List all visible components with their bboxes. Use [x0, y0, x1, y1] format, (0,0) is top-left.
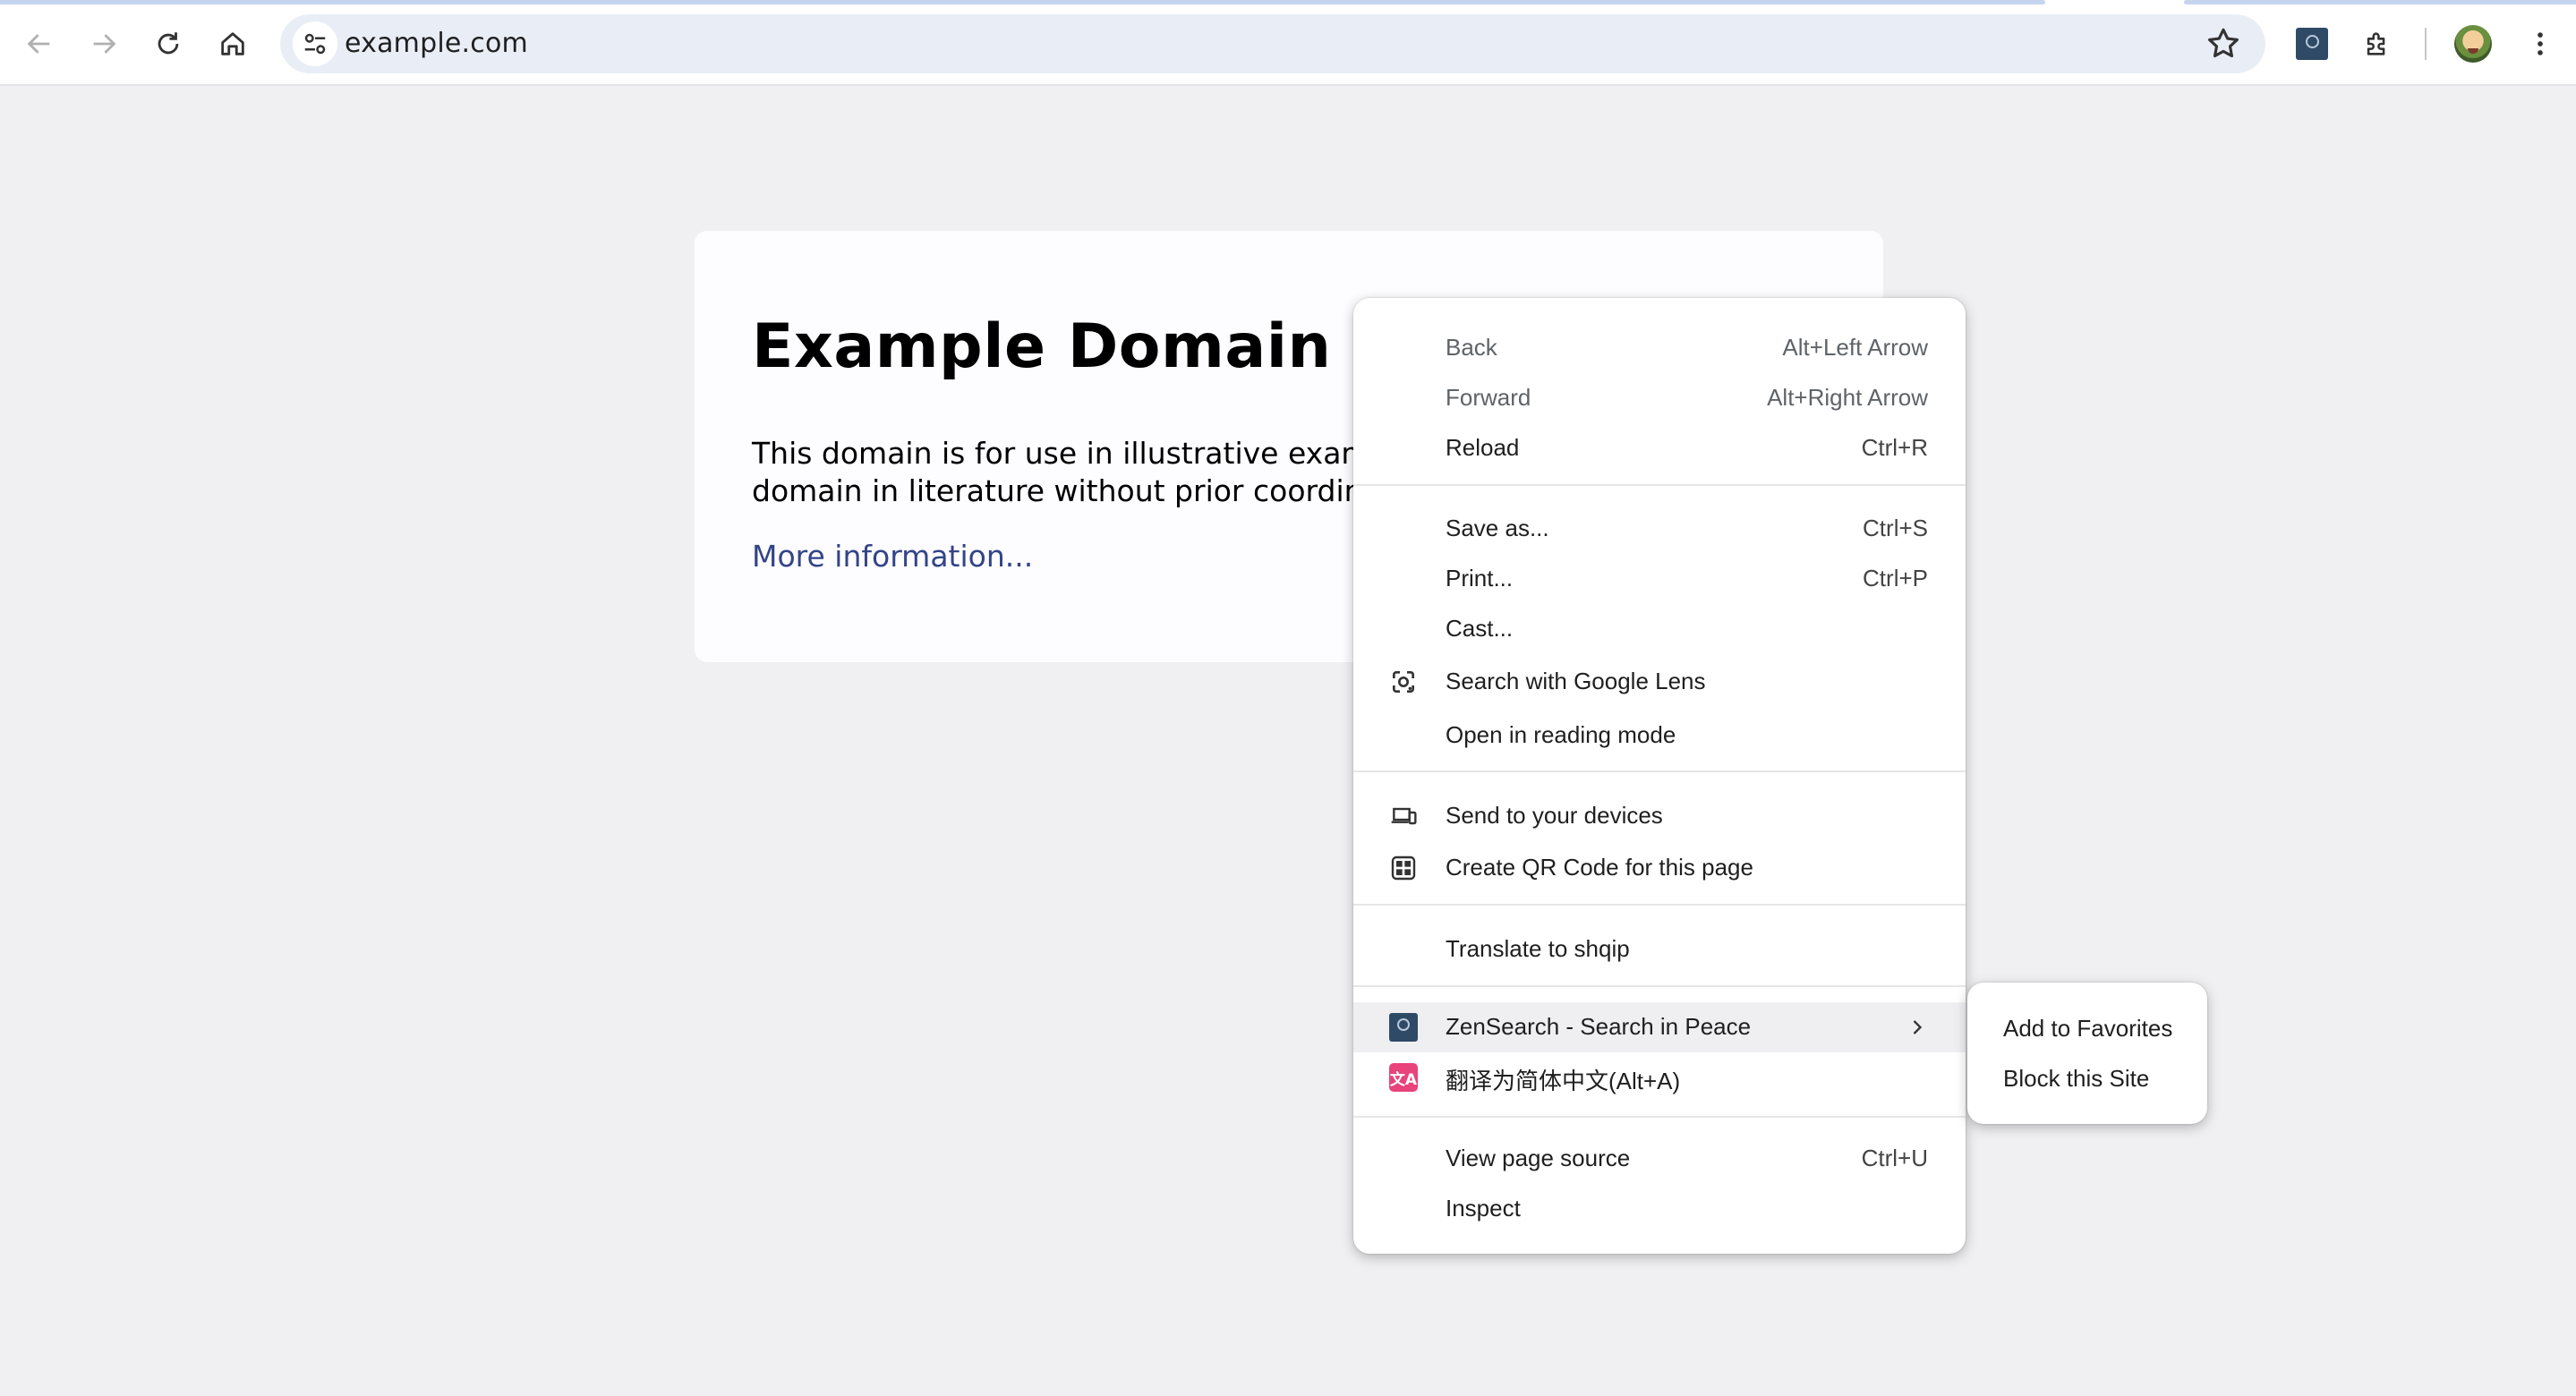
menu-item-translate-chinese[interactable]: 文A 翻译为简体中文(Alt+A) [1353, 1052, 1966, 1102]
menu-item-back[interactable]: Back Alt+Left Arrow [1353, 323, 1966, 373]
site-info-icon [304, 33, 326, 55]
menu-item-save-as[interactable]: Save as... Ctrl+S [1353, 504, 1966, 554]
description-line-1: This domain is for use in illustrative e… [752, 436, 1416, 471]
toolbar-divider [2425, 28, 2427, 60]
menu-item-label: ZenSearch - Search in Peace [1446, 1013, 1752, 1040]
zensearch-extension-icon[interactable] [2296, 28, 2328, 60]
extensions-button[interactable] [2352, 19, 2402, 69]
extensions-puzzle-icon [2367, 32, 2385, 55]
menu-item-label: Cast... [1446, 615, 1514, 642]
menu-item-shortcut: Ctrl+P [1863, 565, 1928, 592]
menu-item-reading-mode[interactable]: Open in reading mode [1353, 711, 1966, 761]
reload-button[interactable] [143, 19, 193, 69]
menu-item-label: 翻译为简体中文(Alt+A) [1446, 1068, 1681, 1094]
menu-item-qr-code[interactable]: Create QR Code for this page [1353, 843, 1966, 893]
menu-item-label: Save as... [1446, 515, 1549, 541]
menu-item-send-to-devices[interactable]: Send to your devices [1353, 791, 1966, 841]
submenu-item-block-site[interactable]: Block this Site [2003, 1065, 2149, 1093]
chevron-right-icon [1913, 1020, 1923, 1034]
address-bar[interactable]: example.com [280, 14, 2265, 73]
back-arrow-icon [27, 34, 50, 54]
menu-item-label: Forward [1446, 384, 1531, 411]
forward-button[interactable] [79, 19, 129, 69]
bookmark-star-icon[interactable] [2205, 25, 2242, 63]
menu-item-cast[interactable]: Cast... [1353, 604, 1966, 654]
menu-item-zensearch[interactable]: ZenSearch - Search in Peace [1353, 1002, 1966, 1052]
menu-item-label: Reload [1446, 434, 1520, 461]
menu-item-label: Send to your devices [1446, 802, 1663, 829]
context-menu: Back Alt+Left Arrow Forward Alt+Right Ar… [1353, 298, 1966, 1254]
more-menu-button[interactable] [2515, 19, 2565, 69]
browser-toolbar: example.com [0, 0, 2576, 86]
menu-item-label: Inspect [1446, 1195, 1521, 1222]
menu-item-reload[interactable]: Reload Ctrl+R [1353, 423, 1966, 473]
menu-item-forward[interactable]: Forward Alt+Right Arrow [1353, 373, 1966, 423]
menu-separator [1353, 770, 1966, 772]
more-information-link[interactable]: More information... [752, 539, 1033, 574]
loading-progress-bar [0, 0, 2045, 4]
menu-item-shortcut: Ctrl+U [1861, 1145, 1928, 1171]
description-line-2: domain in literature without prior coord… [752, 473, 1401, 508]
menu-item-inspect[interactable]: Inspect [1353, 1184, 1966, 1234]
zensearch-icon [1389, 1013, 1418, 1042]
send-to-devices-icon [1389, 802, 1418, 830]
menu-item-print[interactable]: Print... Ctrl+P [1353, 554, 1966, 604]
menu-item-label: View page source [1446, 1145, 1631, 1171]
menu-item-shortcut: Ctrl+R [1861, 434, 1928, 461]
google-lens-icon [1389, 668, 1418, 696]
menu-separator [1353, 484, 1966, 486]
more-menu-icon [2538, 32, 2543, 55]
menu-item-view-source[interactable]: View page source Ctrl+U [1353, 1134, 1966, 1184]
menu-item-label: Open in reading mode [1446, 721, 1676, 748]
page-title: Example Domain [752, 311, 1332, 382]
menu-separator [1353, 985, 1966, 987]
forward-arrow-icon [93, 34, 116, 54]
profile-avatar[interactable] [2454, 25, 2492, 63]
url-text[interactable]: example.com [345, 28, 528, 59]
menu-separator [1353, 1116, 1966, 1118]
back-button[interactable] [14, 19, 64, 69]
menu-separator [1353, 904, 1966, 906]
tab-strip-edge [2184, 0, 2576, 4]
submenu-item-add-to-favorites[interactable]: Add to Favorites [2003, 1015, 2172, 1043]
menu-item-shortcut: Alt+Left Arrow [1782, 334, 1928, 361]
menu-item-shortcut: Ctrl+S [1863, 515, 1928, 541]
home-icon [221, 32, 244, 55]
zensearch-submenu: Add to Favorites Block this Site [1967, 983, 2207, 1124]
home-button[interactable] [208, 19, 258, 69]
menu-item-label: Print... [1446, 565, 1514, 592]
translate-icon: 文A [1389, 1063, 1418, 1092]
site-info-button[interactable] [293, 21, 337, 66]
menu-item-google-lens[interactable]: Search with Google Lens [1353, 657, 1966, 707]
menu-item-shortcut: Alt+Right Arrow [1767, 384, 1928, 411]
menu-item-label: Search with Google Lens [1446, 668, 1706, 694]
qr-code-icon [1389, 854, 1418, 882]
reload-icon [158, 32, 179, 55]
menu-item-label: Back [1446, 334, 1497, 361]
menu-item-translate[interactable]: Translate to shqip [1353, 924, 1966, 975]
menu-item-label: Create QR Code for this page [1446, 854, 1753, 881]
menu-item-label: Translate to shqip [1446, 935, 1630, 962]
page-description: This domain is for use in illustrative e… [752, 435, 1415, 510]
